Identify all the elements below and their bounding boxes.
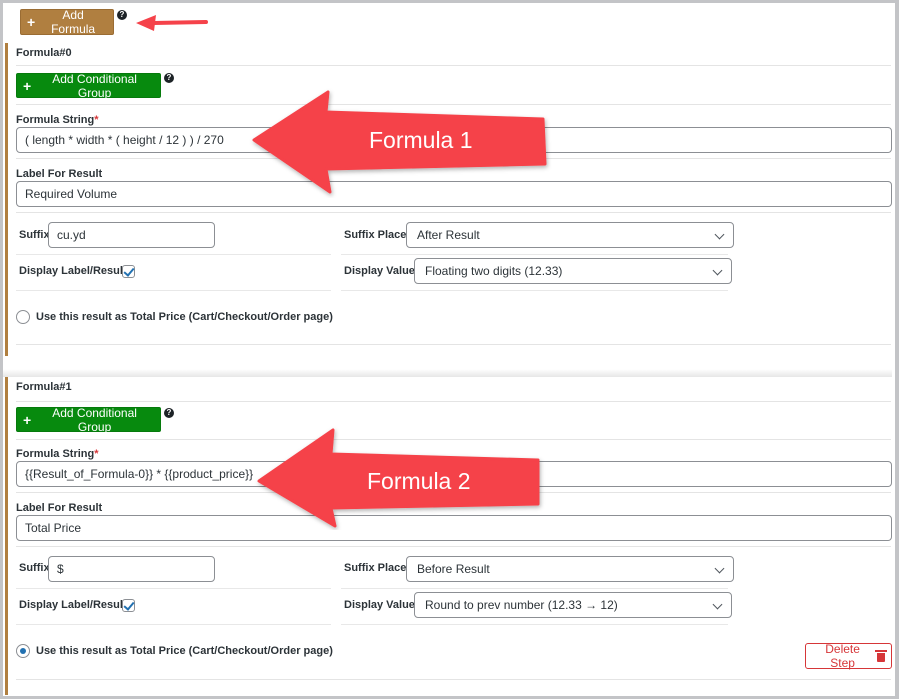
total-price-label: Use this result as Total Price (Cart/Che…	[36, 311, 333, 323]
divider	[16, 290, 331, 291]
add-conditional-group-button[interactable]: + Add Conditional Group	[16, 71, 161, 100]
suffix-place-value: After Result	[417, 228, 480, 242]
annotation-arrow-add-formula	[136, 15, 208, 31]
suffix-label: Suffix	[19, 562, 50, 574]
formula-string-label-text: Formula String	[16, 448, 95, 460]
trash-icon	[875, 649, 887, 662]
required-mark: *	[94, 448, 99, 460]
suffix-input[interactable]: $	[48, 556, 215, 582]
chevron-down-icon	[714, 563, 725, 574]
display-label-result-label: Display Label/Result	[19, 599, 127, 611]
divider	[16, 546, 891, 547]
total-price-radio[interactable]	[16, 644, 30, 658]
add-formula-label: Add Formula	[51, 8, 96, 36]
formula-string-label-text: Formula String	[16, 114, 95, 126]
display-value-label: Display Value	[344, 599, 415, 611]
suffix-label: Suffix	[19, 229, 50, 241]
help-icon[interactable]: ?	[164, 408, 174, 418]
display-label-result-checkbox[interactable]	[122, 265, 135, 278]
suffix-place-label: Suffix Place	[344, 562, 407, 574]
suffix-input[interactable]: cu.yd	[48, 222, 215, 248]
plus-icon: +	[27, 14, 36, 30]
label-for-result-label: Label For Result	[16, 168, 103, 180]
divider	[16, 344, 891, 345]
chevron-down-icon	[714, 229, 725, 240]
divider	[16, 65, 891, 66]
required-mark: *	[94, 114, 99, 126]
divider	[341, 254, 728, 255]
display-label-result-label: Display Label/Result	[19, 265, 127, 277]
divider	[16, 212, 891, 213]
divider	[16, 624, 331, 625]
annotation-label-formula-2: Formula 2	[367, 468, 471, 494]
divider	[16, 679, 891, 680]
add-conditional-group-label: Add Conditional Group	[52, 405, 137, 434]
delete-step-button[interactable]: Delete Step	[805, 642, 892, 670]
divider	[16, 254, 331, 255]
suffix-place-select[interactable]: Before Result	[406, 556, 734, 582]
formula-title: Formula#1	[16, 381, 72, 393]
display-value-value: Floating two digits (12.33)	[425, 264, 563, 278]
display-value-label: Display Value	[344, 265, 415, 277]
formula-string-label: Formula String*	[16, 114, 99, 126]
add-formula-button[interactable]: + Add Formula	[20, 8, 114, 36]
divider	[16, 401, 891, 402]
display-label-result-checkbox[interactable]	[122, 599, 135, 612]
annotation-label-formula-1: Formula 1	[369, 127, 473, 153]
chevron-down-icon	[712, 265, 723, 276]
display-value-select[interactable]: Round to prev number (12.33 → 12)	[414, 592, 732, 618]
chevron-down-icon	[712, 599, 723, 610]
plus-icon: +	[23, 77, 32, 94]
add-conditional-group-button[interactable]: + Add Conditional Group	[16, 405, 161, 434]
add-conditional-group-label: Add Conditional Group	[52, 71, 137, 100]
display-value-select[interactable]: Floating two digits (12.33)	[414, 258, 732, 284]
suffix-place-value: Before Result	[417, 562, 490, 576]
delete-step-label: Delete Step	[825, 642, 860, 670]
help-icon[interactable]: ?	[164, 73, 174, 83]
formula-title: Formula#0	[16, 47, 72, 59]
help-icon[interactable]: ?	[117, 10, 127, 20]
suffix-place-select[interactable]: After Result	[406, 222, 734, 248]
divider	[16, 588, 331, 589]
total-price-radio[interactable]	[16, 310, 30, 324]
plus-icon: +	[23, 411, 32, 428]
display-value-value: Round to prev number (12.33 → 12)	[425, 598, 618, 612]
formula-string-label: Formula String*	[16, 448, 99, 460]
label-for-result-label: Label For Result	[16, 502, 103, 514]
section-separator	[3, 369, 892, 377]
total-price-label: Use this result as Total Price (Cart/Che…	[36, 645, 333, 657]
divider	[341, 290, 728, 291]
suffix-place-label: Suffix Place	[344, 229, 407, 241]
divider	[341, 624, 728, 625]
divider	[341, 588, 728, 589]
